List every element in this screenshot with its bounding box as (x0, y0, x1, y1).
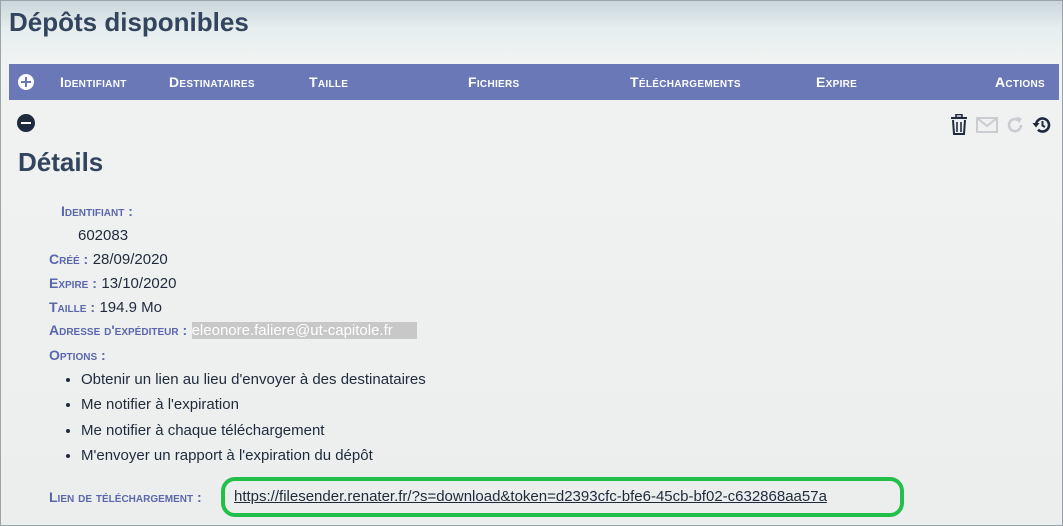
taille-value: 194.9 Mo (99, 299, 162, 316)
list-item: Obtenir un lien au lieu d'envoyer à des … (81, 370, 426, 395)
history-icon[interactable] (1032, 115, 1052, 140)
column-header-identifiant[interactable]: Identifiant (60, 74, 127, 90)
cree-value: 28/09/2020 (92, 251, 168, 268)
column-header-fichiers[interactable]: Fichiers (468, 74, 520, 90)
options-label: Options : (49, 347, 106, 363)
identifiant-label: Identifiant : (61, 203, 133, 219)
options-row: Options : (49, 347, 106, 365)
download-link-row: Lien de téléchargement : (49, 489, 202, 507)
page-title: Dépôts disponibles (9, 7, 249, 37)
transfers-panel: Dépôts disponibles Identifiant Destinata… (0, 0, 1063, 526)
list-item: Me notifier à l'expiration (81, 395, 426, 420)
plus-circle-icon[interactable] (18, 74, 34, 90)
cree-label: Créé : (49, 251, 89, 267)
cree-row: Créé : 28/09/2020 (49, 251, 168, 269)
minus-circle-icon[interactable] (17, 114, 35, 132)
expire-value: 13/10/2020 (101, 275, 177, 292)
taille-label: Taille : (49, 299, 95, 315)
download-link[interactable]: https://filesender.renater.fr/?s=downloa… (234, 488, 827, 505)
column-header-telechargements[interactable]: Téléchargements (630, 74, 741, 90)
details-title: Détails (18, 147, 104, 177)
options-list: Obtenir un lien au lieu d'envoyer à des … (49, 370, 426, 471)
sender-value-redacted: eleonore.faliere@ut-capitole.fr (191, 322, 417, 339)
list-item: M'envoyer un rapport à l'expiration du d… (81, 446, 426, 471)
column-header-actions: Actions (995, 74, 1045, 90)
transfer-actions (949, 113, 1059, 138)
sender-row: Adresse d'expéditeur : eleonore.faliere@… (49, 322, 417, 340)
expire-row: Expire : 13/10/2020 (49, 275, 176, 293)
sender-label: Adresse d'expéditeur : (49, 322, 188, 338)
identifiant-row: Identifiant : (61, 203, 133, 221)
transfers-table-header: Identifiant Destinataires Taille Fichier… (9, 64, 1059, 100)
taille-row: Taille : 194.9 Mo (49, 299, 162, 317)
envelope-icon[interactable] (976, 117, 998, 138)
download-link-label: Lien de téléchargement : (49, 489, 202, 505)
column-header-taille[interactable]: Taille (309, 74, 348, 90)
refresh-icon[interactable] (1005, 115, 1025, 140)
trash-icon[interactable] (949, 113, 969, 141)
column-header-destinataires[interactable]: Destinataires (169, 74, 255, 90)
expire-label: Expire : (49, 275, 97, 291)
identifiant-value: 602083 (78, 227, 129, 244)
identifiant-value-row: 602083 (78, 227, 128, 245)
column-header-expire[interactable]: Expire (816, 74, 857, 90)
list-item: Me notifier à chaque téléchargement (81, 421, 426, 446)
download-link-container: https://filesender.renater.fr/?s=downloa… (234, 488, 827, 506)
